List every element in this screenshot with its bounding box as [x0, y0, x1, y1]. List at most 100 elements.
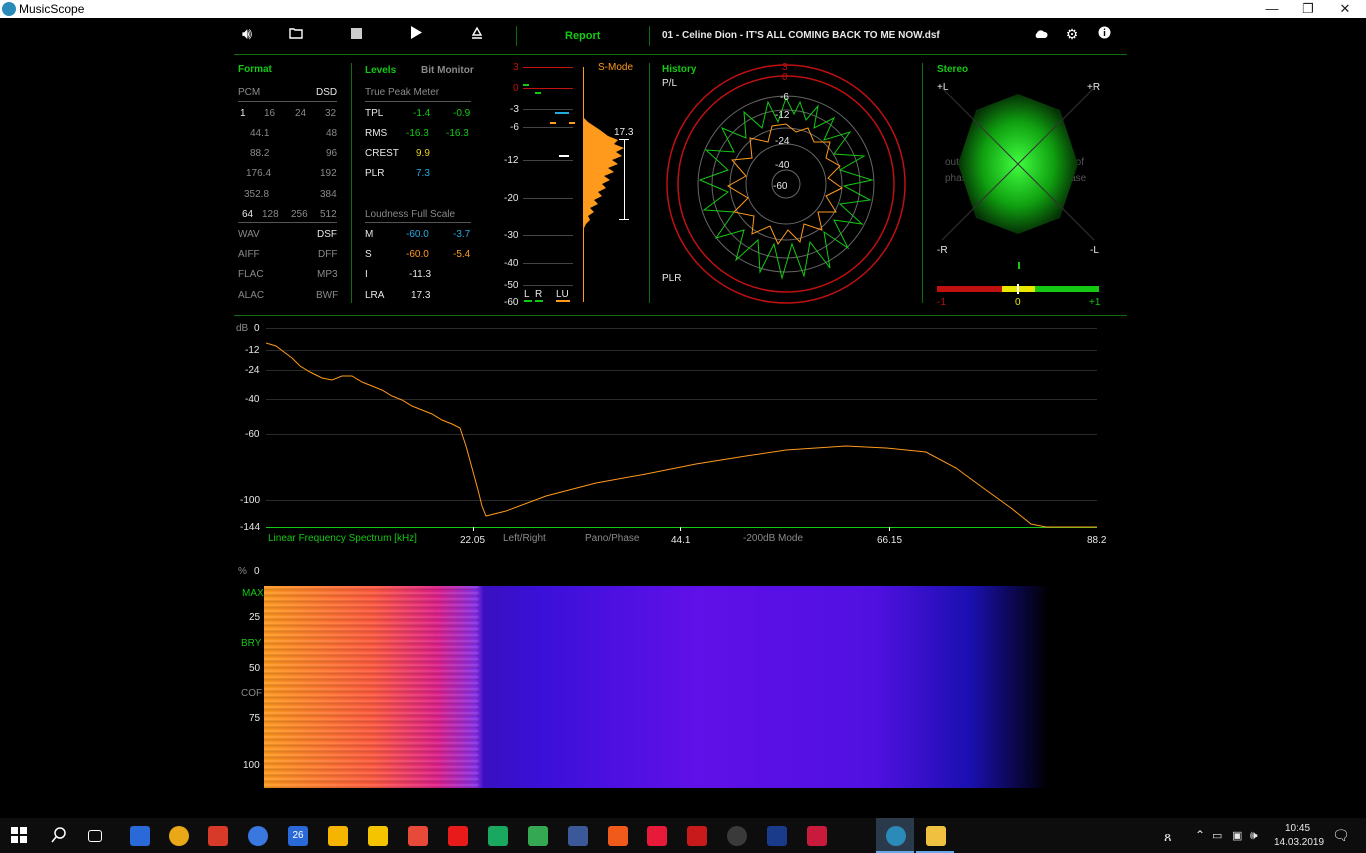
report-button[interactable]: Report — [565, 30, 600, 42]
spectrogram-y-75: 75 — [249, 713, 261, 724]
eject-icon[interactable] — [465, 26, 487, 45]
meter-tick-3: 3 — [513, 62, 519, 73]
task-view-icon[interactable] — [88, 830, 102, 842]
minus200db-mode-button[interactable]: -200dB Mode — [743, 533, 803, 544]
momentary-max-value: -3.7 — [453, 229, 471, 240]
folder-icon[interactable] — [285, 26, 307, 44]
battery-icon[interactable]: ▭ — [1212, 829, 1222, 842]
meter-tick-minus30: -30 — [504, 230, 519, 241]
spectrogram-pct: % — [238, 566, 247, 577]
maps-icon[interactable] — [528, 826, 548, 846]
spectrogram-max-label[interactable]: MAX — [242, 588, 264, 599]
taskbar-app-icon-5[interactable] — [767, 826, 787, 846]
file-explorer-icon[interactable] — [926, 826, 946, 846]
history-ring-minus60: -60 — [773, 181, 788, 192]
goniometer — [941, 87, 1095, 241]
taskbar-app-icon-1[interactable] — [130, 826, 150, 846]
plr-label: PLR — [365, 168, 385, 179]
action-center-icon[interactable]: 🗨︎ — [1332, 827, 1350, 844]
crest-label: CREST — [365, 148, 399, 159]
drive-icon-2[interactable] — [488, 826, 508, 846]
people-icon[interactable]: ጸ — [1164, 829, 1172, 845]
meter-tick-minus20: -20 — [504, 193, 519, 204]
rate-176-4: 176.4 — [246, 168, 272, 179]
correlation-positive — [1035, 286, 1099, 292]
tpl-label: TPL — [365, 108, 384, 119]
mail-icon[interactable] — [208, 826, 228, 846]
gear-icon[interactable]: ⚙ — [1061, 26, 1083, 43]
meter-tick-minus60: -60 — [504, 297, 519, 308]
rms-right-value: -16.3 — [446, 128, 469, 139]
tray-chevron-icon[interactable]: ⌃ — [1195, 828, 1205, 842]
facebook-icon[interactable] — [568, 826, 588, 846]
file-flac: FLAC — [238, 269, 264, 280]
play-icon[interactable] — [405, 26, 427, 44]
levels-header[interactable]: Levels — [365, 65, 396, 76]
window-titlebar: MusicScope — ❐ ✕ — [0, 0, 1366, 18]
windows-start-icon[interactable] — [10, 826, 30, 846]
bit-depth-32: 32 — [325, 108, 337, 119]
meter-left-label: L — [524, 289, 530, 300]
dsd-label: DSD — [316, 87, 338, 98]
info-icon[interactable] — [1093, 26, 1115, 44]
taskbar: 26 ጸ ⌃ ▭ ▣ 🕪︎ 10:45 14.03.2019 🗨︎ — [0, 818, 1366, 853]
photos-icon[interactable] — [408, 826, 428, 846]
file-bwf: BWF — [316, 290, 339, 301]
lra-label: LRA — [365, 290, 385, 301]
pano-phase-button[interactable]: Pano/Phase — [585, 533, 640, 544]
spectrum-y-minus144: -144 — [240, 522, 261, 533]
calendar-icon[interactable]: 26 — [288, 826, 308, 846]
spectrogram-bry-label[interactable]: BRY — [241, 638, 261, 649]
meter-tick-minus50: -50 — [504, 280, 519, 291]
stereo-header: Stereo — [937, 64, 969, 75]
track-title: 01 - Celine Dion - IT'S ALL COMING BACK … — [662, 30, 940, 41]
youtube-icon[interactable] — [448, 826, 468, 846]
history-ring-minus6: -6 — [780, 92, 789, 103]
history-ring-0: 0 — [782, 72, 788, 83]
restore-button[interactable]: ❐ — [1290, 0, 1326, 18]
search-icon[interactable] — [50, 826, 70, 846]
spectrum-y-minus60: -60 — [245, 429, 260, 440]
musicscope-taskbar-icon[interactable] — [886, 826, 906, 846]
spectrogram-cof-label[interactable]: COF — [241, 688, 262, 699]
stop-icon[interactable] — [345, 26, 367, 44]
momentary-label: M — [365, 229, 374, 240]
file-alac: ALAC — [238, 290, 265, 301]
rms-label: RMS — [365, 128, 388, 139]
bit-depth-24: 24 — [295, 108, 307, 119]
taskbar-app-icon-2[interactable] — [608, 826, 628, 846]
close-button[interactable]: ✕ — [1327, 0, 1363, 18]
s-mode-button[interactable]: S-Mode — [598, 62, 633, 73]
file-aiff: AIFF — [238, 249, 260, 260]
volume-icon[interactable]: 🕪︎ — [1250, 828, 1258, 843]
network-icon[interactable]: ▣ — [1232, 829, 1242, 842]
bit-monitor-tab[interactable]: Bit Monitor — [421, 65, 474, 76]
taskbar-app-icon-6[interactable] — [807, 826, 827, 846]
dsd-rate-128: 128 — [262, 209, 279, 220]
meter-lu-label: LU — [556, 289, 569, 300]
messenger-icon[interactable] — [248, 826, 268, 846]
cloud-icon[interactable] — [1030, 26, 1052, 44]
minimize-button[interactable]: — — [1254, 0, 1290, 18]
taskbar-app-icon-3[interactable] — [647, 826, 667, 846]
rate-88-2: 88.2 — [250, 148, 270, 159]
speaker-icon[interactable]: 🔊︎ — [236, 26, 258, 44]
drive-icon[interactable] — [328, 826, 348, 846]
taskbar-app-icon-4[interactable] — [687, 826, 707, 846]
left-right-button[interactable]: Left/Right — [503, 533, 546, 544]
davinci-icon[interactable] — [727, 826, 747, 846]
lra-marker-value: 17.3 — [614, 127, 634, 138]
musicscope-app: 🔊︎ Report 01 - Celine Dion - IT'S ALL CO… — [0, 18, 1366, 818]
clock-time[interactable]: 10:45 — [1285, 823, 1310, 834]
window-title: MusicScope — [19, 2, 85, 16]
clock-date[interactable]: 14.03.2019 — [1274, 837, 1324, 848]
loudness-full-scale-title: Loudness Full Scale — [365, 209, 456, 220]
short-term-max-value: -5.4 — [453, 249, 471, 260]
rate-48: 48 — [326, 128, 338, 139]
keep-icon[interactable] — [368, 826, 388, 846]
chrome-icon[interactable] — [169, 826, 189, 846]
rate-384: 384 — [320, 189, 337, 200]
spectrum-curve — [266, 342, 1097, 528]
spectrum-x-title: Linear Frequency Spectrum [kHz] — [268, 533, 417, 544]
spectrum-db-label: dB — [236, 323, 249, 334]
